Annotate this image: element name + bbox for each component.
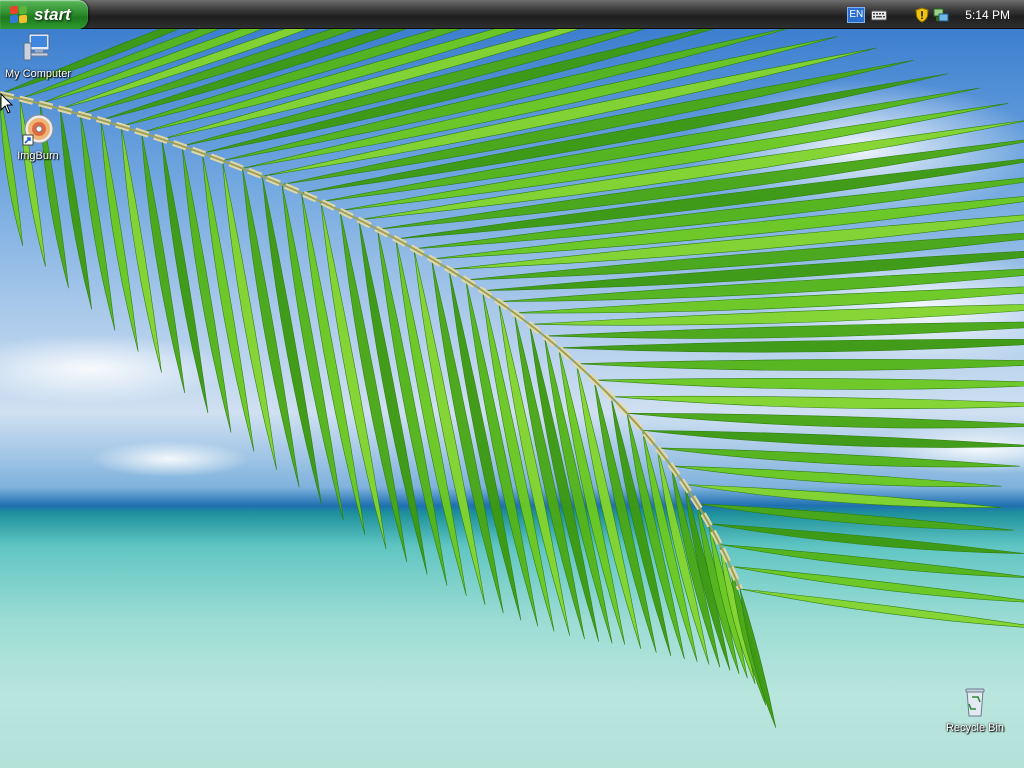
start-button[interactable]: start (0, 0, 88, 29)
desktop-icon-recycle-bin[interactable]: Recycle Bin (937, 685, 1013, 734)
desktop[interactable]: My Computer ImgBurn Recycle Bin (0, 29, 1024, 768)
network-icon[interactable] (933, 7, 949, 23)
palm-leaflet (576, 359, 1024, 371)
windows-logo-icon (10, 5, 28, 24)
desktop-icon-imgburn[interactable]: ImgBurn (0, 113, 76, 162)
desktop-icon-label: My Computer (4, 68, 72, 80)
security-shield-icon[interactable] (915, 6, 929, 23)
palm-leaflet (610, 395, 1024, 409)
mouse-cursor-icon (0, 93, 14, 114)
computer-icon (23, 33, 50, 61)
wallpaper-palm-leaf (0, 29, 1024, 768)
start-label: start (34, 4, 71, 24)
palm-leaflet (594, 378, 1024, 390)
palm-leaflet (80, 114, 116, 331)
recycle-bin-icon (965, 688, 985, 717)
desktop-icon-my-computer[interactable]: My Computer (0, 31, 76, 80)
taskbar: start EN 5:14 PM (0, 0, 1024, 29)
keyboard-icon[interactable] (871, 8, 888, 22)
desktop-icon-label: ImgBurn (17, 150, 59, 162)
disc-icon (22, 114, 54, 146)
system-tray: EN 5:14 PM (846, 0, 1024, 29)
palm-leaflet (627, 413, 1024, 429)
desktop-icon-label: Recycle Bin (945, 722, 1005, 734)
clock[interactable]: 5:14 PM (965, 8, 1010, 22)
language-indicator[interactable]: EN (847, 6, 866, 23)
palm-leaflet (100, 120, 139, 352)
